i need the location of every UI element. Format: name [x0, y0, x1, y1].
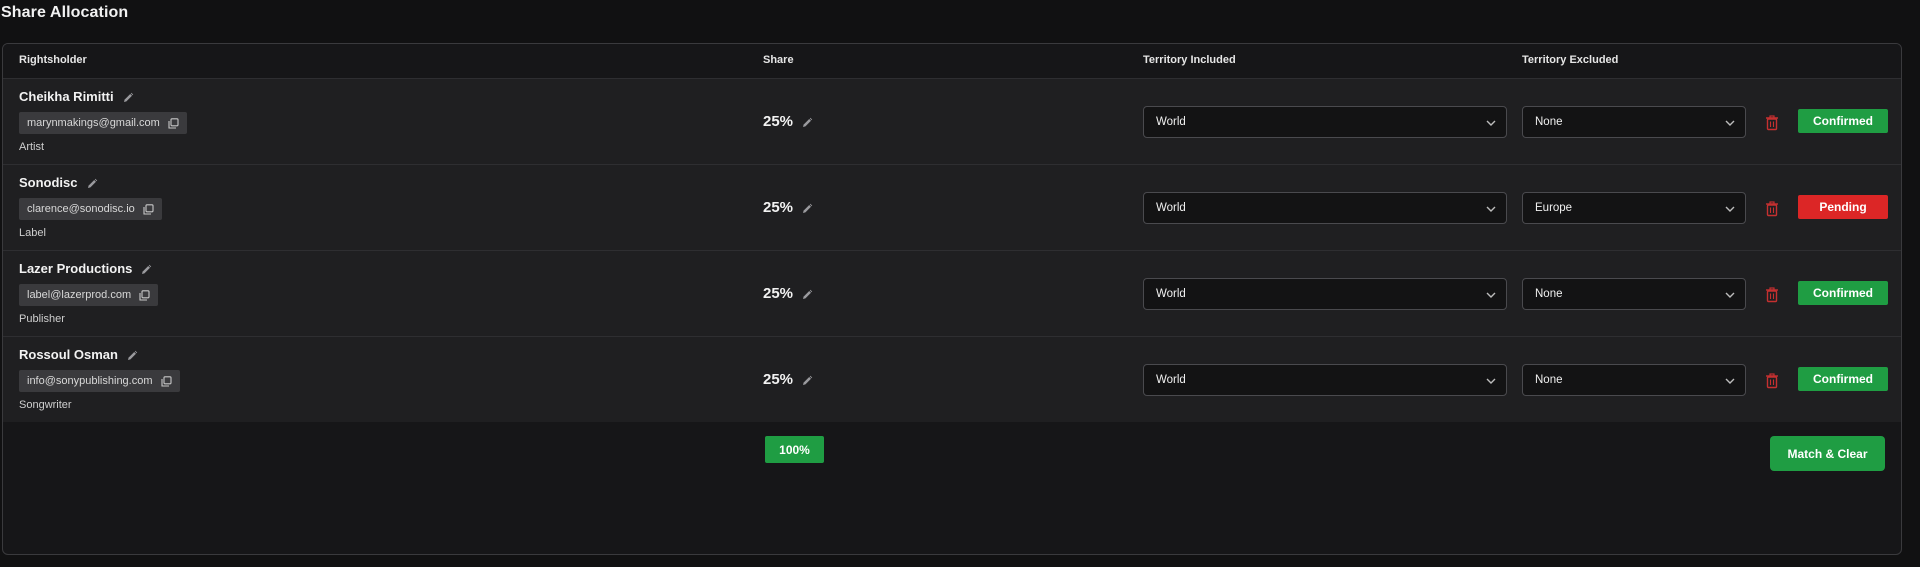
- rightsholder-email: marynmakings@gmail.com: [27, 117, 160, 129]
- rightsholder-name: Rossoul Osman: [19, 347, 118, 362]
- chevron-down-icon: [1725, 204, 1735, 212]
- rightsholder-role: Artist: [19, 141, 45, 153]
- column-header-territory-excluded: Territory Excluded: [1522, 54, 1619, 66]
- rightsholder-role: Songwriter: [19, 399, 72, 411]
- share-allocation-table: Rightsholder Share Territory Included Te…: [2, 43, 1902, 555]
- delete-row-trash-icon[interactable]: [1765, 287, 1779, 303]
- territory-excluded-select[interactable]: None: [1522, 106, 1746, 138]
- chevron-down-icon: [1486, 290, 1496, 298]
- territory-included-select[interactable]: World: [1143, 364, 1507, 396]
- rightsholder-role: Publisher: [19, 313, 65, 325]
- rightsholder-name-group: Sonodisc: [19, 175, 98, 190]
- column-header-share: Share: [763, 54, 794, 66]
- share-value: 25%: [763, 113, 794, 130]
- delete-row-trash-icon[interactable]: [1765, 373, 1779, 389]
- share-value: 25%: [763, 199, 794, 216]
- edit-share-pencil-icon[interactable]: [801, 202, 813, 214]
- rightsholder-name-group: Lazer Productions: [19, 261, 152, 276]
- territory-included-value: World: [1156, 202, 1186, 214]
- edit-name-pencil-icon[interactable]: [126, 349, 138, 361]
- status-badge: Confirmed: [1798, 367, 1888, 391]
- chevron-down-icon: [1486, 118, 1496, 126]
- table-row: Cheikha Rimitti marynmakings@gmail.com A…: [3, 78, 1901, 164]
- table-header: Rightsholder Share Territory Included Te…: [3, 44, 1901, 78]
- column-header-territory-included: Territory Included: [1143, 54, 1236, 66]
- email-chip: marynmakings@gmail.com: [19, 112, 187, 134]
- table-row: Sonodisc clarence@sonodisc.io Label 25% …: [3, 164, 1901, 250]
- email-chip: clarence@sonodisc.io: [19, 198, 162, 220]
- rightsholder-name: Lazer Productions: [19, 261, 133, 276]
- edit-name-pencil-icon[interactable]: [122, 91, 134, 103]
- email-chip: label@lazerprod.com: [19, 284, 159, 306]
- share-value: 25%: [763, 285, 794, 302]
- edit-share-pencil-icon[interactable]: [801, 374, 813, 386]
- copy-email-icon[interactable]: [160, 375, 172, 387]
- copy-email-icon[interactable]: [168, 117, 179, 129]
- rightsholder-email: label@lazerprod.com: [27, 289, 132, 301]
- email-chip: info@sonypublishing.com: [19, 370, 180, 392]
- status-badge: Confirmed: [1798, 109, 1888, 133]
- territory-excluded-value: None: [1535, 374, 1563, 386]
- territory-included-select[interactable]: World: [1143, 106, 1507, 138]
- territory-excluded-value: None: [1535, 288, 1563, 300]
- table-footer: 100% Match & Clear: [3, 422, 1901, 484]
- copy-email-icon[interactable]: [139, 289, 150, 301]
- territory-excluded-select[interactable]: Europe: [1522, 192, 1746, 224]
- rightsholder-name: Sonodisc: [19, 175, 78, 190]
- territory-excluded-value: None: [1535, 116, 1563, 128]
- edit-name-pencil-icon[interactable]: [86, 177, 98, 189]
- territory-excluded-select[interactable]: None: [1522, 364, 1746, 396]
- status-badge: Pending: [1798, 195, 1888, 219]
- rightsholder-name: Cheikha Rimitti: [19, 89, 114, 104]
- delete-row-trash-icon[interactable]: [1765, 201, 1779, 217]
- territory-excluded-value: Europe: [1535, 202, 1573, 214]
- territory-included-value: World: [1156, 374, 1186, 386]
- match-and-clear-button[interactable]: Match & Clear: [1770, 436, 1885, 471]
- status-badge: Confirmed: [1798, 281, 1888, 305]
- territory-included-select[interactable]: World: [1143, 278, 1507, 310]
- share-group: 25%: [763, 371, 813, 388]
- copy-email-icon[interactable]: [143, 203, 154, 215]
- edit-share-pencil-icon[interactable]: [801, 288, 813, 300]
- rightsholder-email: info@sonypublishing.com: [27, 375, 153, 387]
- rightsholder-name-group: Cheikha Rimitti: [19, 89, 134, 104]
- chevron-down-icon: [1486, 204, 1496, 212]
- section-title: Share Allocation: [1, 4, 129, 21]
- chevron-down-icon: [1725, 118, 1735, 126]
- chevron-down-icon: [1725, 376, 1735, 384]
- column-header-rightsholder: Rightsholder: [19, 54, 87, 66]
- rightsholder-role: Label: [19, 227, 46, 239]
- share-group: 25%: [763, 199, 813, 216]
- table-row: Lazer Productions label@lazerprod.com Pu…: [3, 250, 1901, 336]
- share-value: 25%: [763, 371, 794, 388]
- share-allocation-page: Share Allocation Rightsholder Share Terr…: [0, 0, 1920, 567]
- territory-included-value: World: [1156, 288, 1186, 300]
- chevron-down-icon: [1486, 376, 1496, 384]
- share-group: 25%: [763, 285, 813, 302]
- rightsholder-email: clarence@sonodisc.io: [27, 203, 135, 215]
- territory-included-value: World: [1156, 116, 1186, 128]
- table-row: Rossoul Osman info@sonypublishing.com So…: [3, 336, 1901, 422]
- edit-share-pencil-icon[interactable]: [801, 116, 813, 128]
- delete-row-trash-icon[interactable]: [1765, 115, 1779, 131]
- total-share-badge: 100%: [765, 436, 824, 463]
- rightsholder-name-group: Rossoul Osman: [19, 347, 138, 362]
- share-group: 25%: [763, 113, 813, 130]
- territory-included-select[interactable]: World: [1143, 192, 1507, 224]
- territory-excluded-select[interactable]: None: [1522, 278, 1746, 310]
- edit-name-pencil-icon[interactable]: [140, 263, 152, 275]
- chevron-down-icon: [1725, 290, 1735, 298]
